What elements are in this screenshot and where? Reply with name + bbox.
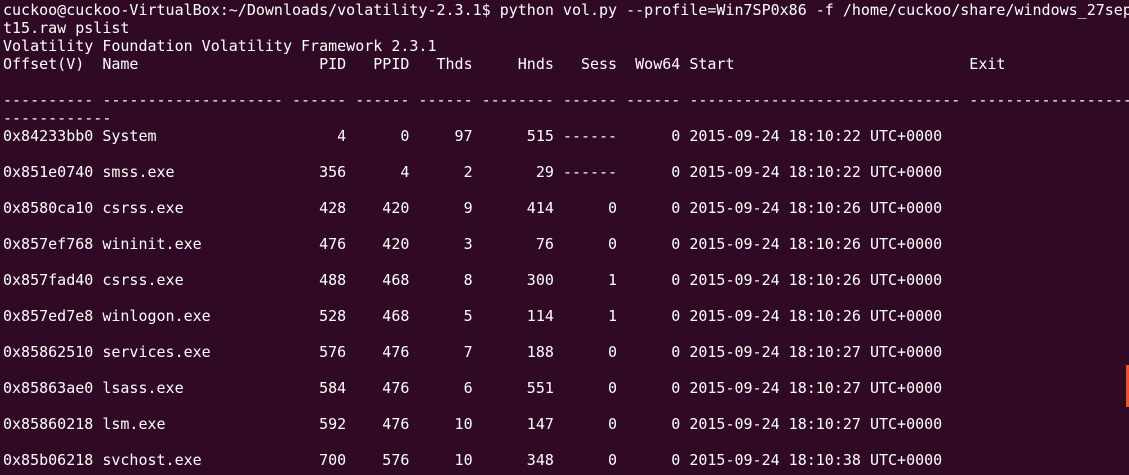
- pslist-header: Offset(V) Name PID PPID Thds Hnds Sess W…: [3, 55, 1006, 73]
- process-row: 0x85863ae0 lsass.exe 584 476 6 551 0 0 2…: [3, 379, 943, 397]
- command-prompt-line: cuckoo@cuckoo-VirtualBox:~/Downloads/vol…: [3, 1, 1129, 19]
- process-row: 0x857ed7e8 winlogon.exe 528 468 5 114 1 …: [3, 307, 943, 325]
- process-row: 0x857fad40 csrss.exe 488 468 8 300 1 0 2…: [3, 271, 943, 289]
- volatility-banner: Volatility Foundation Volatility Framewo…: [3, 37, 437, 55]
- process-row: 0x85b06218 svchost.exe 700 576 10 348 0 …: [3, 451, 943, 469]
- process-row: 0x857ef768 wininit.exe 476 420 3 76 0 0 …: [3, 235, 943, 253]
- pslist-separator: ---------- -------------------- ------ -…: [3, 91, 1129, 109]
- process-row: 0x8580ca10 csrss.exe 428 420 9 414 0 0 2…: [3, 199, 943, 217]
- process-row: 0x85860218 lsm.exe 592 476 10 147 0 0 20…: [3, 415, 943, 433]
- terminal-window[interactable]: cuckoo@cuckoo-VirtualBox:~/Downloads/vol…: [0, 0, 1129, 475]
- pslist-separator-wrap: ------------: [3, 109, 112, 127]
- process-row: 0x84233bb0 System 4 0 97 515 ------ 0 20…: [3, 127, 943, 145]
- process-row: 0x851e0740 smss.exe 356 4 2 29 ------ 0 …: [3, 163, 943, 181]
- process-row: 0x85862510 services.exe 576 476 7 188 0 …: [3, 343, 943, 361]
- command-prompt-line-wrap: t15.raw pslist: [3, 19, 130, 37]
